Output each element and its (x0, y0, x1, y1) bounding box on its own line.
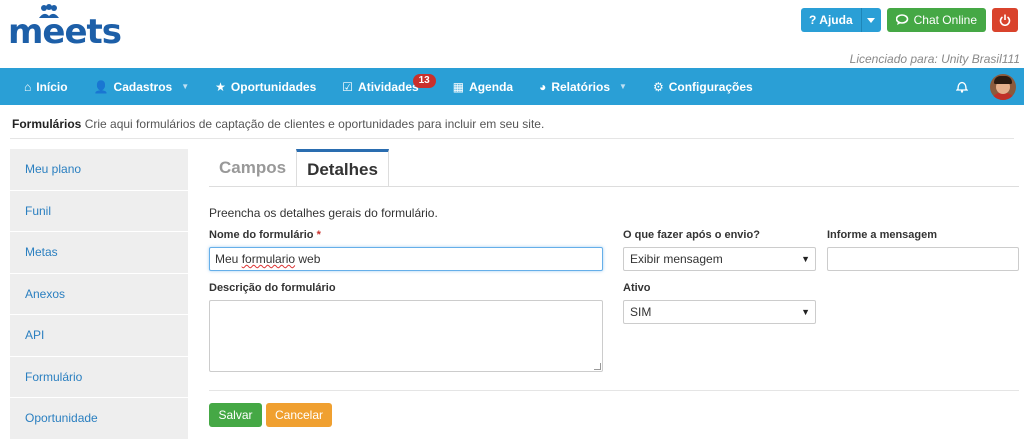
help-button-group: ? Ajuda (800, 8, 881, 32)
nav-item-cadastros[interactable]: 👤 Cadastros ▼ (81, 68, 203, 105)
nav-label: Atividades (358, 79, 419, 94)
star-icon: ★ (215, 79, 226, 94)
power-icon (999, 14, 1011, 26)
nav-item-oportunidades[interactable]: ★ Oportunidades (202, 68, 329, 105)
user-avatar[interactable] (990, 73, 1016, 100)
save-button[interactable]: Salvar (209, 403, 262, 427)
sidebar-item-oportunidade[interactable]: Oportunidade (10, 398, 188, 439)
message-input[interactable] (827, 247, 1019, 271)
required-asterisk: * (316, 229, 321, 241)
name-label-text: Nome do formulário (209, 229, 314, 241)
caret-down-icon: ▼ (181, 82, 190, 91)
name-value-part: web (295, 252, 321, 266)
chat-label: Chat Online (913, 13, 977, 27)
chat-bubbles-icon (895, 14, 908, 25)
nav-label: Cadastros (113, 79, 173, 94)
nav-label: Oportunidades (230, 79, 317, 94)
sidebar-item-funil[interactable]: Funil (10, 191, 188, 232)
nav-right (956, 68, 1016, 105)
add-user-icon: 👤 (93, 79, 109, 94)
after-submit-label: O que fazer após o envio? (623, 229, 760, 241)
sidebar-item-metas[interactable]: Metas (10, 232, 188, 274)
after-submit-value: Exibir mensagem (630, 252, 723, 266)
help-button[interactable]: ? Ajuda (800, 8, 861, 32)
form-name-input[interactable]: Meu formulario web (209, 247, 603, 271)
tab-detalhes[interactable]: Detalhes (296, 149, 389, 187)
message-label: Informe a mensagem (827, 229, 938, 241)
resize-handle-icon[interactable] (594, 363, 601, 370)
gear-icon: ⚙ (652, 79, 664, 94)
question-icon: ? (808, 13, 817, 27)
tab-campos[interactable]: Campos (209, 149, 296, 186)
sidebar-item-formulario[interactable]: Formulário (10, 357, 188, 398)
logo-text: meets (8, 12, 122, 52)
nav-label: Configurações (668, 79, 753, 94)
chat-online-button[interactable]: Chat Online (886, 8, 986, 32)
sidebar-item-anexos[interactable]: Anexos (10, 274, 188, 315)
checkbox-icon: ☑ (342, 79, 354, 94)
sidebar-item-api[interactable]: API (10, 315, 188, 357)
page-title: Formulários (12, 117, 82, 131)
calendar-icon: ▦ (452, 79, 465, 94)
active-select[interactable]: SIM ▼ (623, 300, 816, 324)
settings-sidebar: Meu plano Funil Metas Anexos API Formulá… (10, 149, 188, 439)
caret-down-icon: ▼ (619, 82, 627, 91)
name-label: Nome do formulário * (209, 229, 321, 241)
notification-badge: 13 (412, 74, 436, 88)
home-icon: ⌂ (24, 79, 32, 94)
help-label: Ajuda (819, 13, 853, 27)
description-label: Descrição do formulário (209, 282, 336, 294)
active-label: Ativo (623, 282, 651, 294)
chevron-down-icon: ▼ (801, 307, 810, 317)
main-navbar: ⌂ Início 👤 Cadastros ▼ ★ Oportunidades ☑… (0, 68, 1024, 105)
nav-label: Relatórios (551, 79, 611, 94)
divider (209, 390, 1019, 391)
active-value: SIM (630, 305, 652, 319)
form-description-textarea[interactable] (209, 300, 603, 372)
tabs-divider (209, 186, 1019, 187)
after-submit-select[interactable]: Exibir mensagem ▼ (623, 247, 816, 271)
nav-item-inicio[interactable]: ⌂ Início (0, 68, 81, 105)
chevron-down-icon: ▼ (801, 254, 810, 264)
name-value-part: Meu (215, 252, 242, 266)
sidebar-item-meu-plano[interactable]: Meu plano (10, 149, 188, 191)
nav-label: Agenda (469, 79, 514, 94)
license-text: Licenciado para: Unity Brasil111 (849, 52, 1020, 66)
nav-item-agenda[interactable]: ▦ Agenda (440, 68, 526, 105)
name-value-misspelled: formulario (241, 252, 296, 266)
nav-item-atividades[interactable]: ☑ Atividades 13 (329, 68, 436, 105)
cancel-button[interactable]: Cancelar (266, 403, 332, 427)
form-tabs: Campos Detalhes (209, 149, 389, 187)
meets-logo[interactable]: meets (8, 4, 122, 52)
bell-icon[interactable] (956, 80, 968, 93)
form-intro: Preencha os detalhes gerais do formulári… (209, 206, 438, 220)
nav-item-relatorios[interactable]: ◕ Relatórios ▼ (526, 68, 640, 105)
nav-item-configuracoes[interactable]: ⚙ Configurações (640, 68, 766, 105)
page-header: Formulários Crie aqui formulários de cap… (12, 117, 544, 131)
help-dropdown-toggle[interactable] (860, 8, 881, 32)
top-actions: ? Ajuda Chat Online (800, 8, 1018, 32)
divider (10, 138, 1014, 139)
nav-label: Início (36, 79, 68, 94)
page-description: Crie aqui formulários de captação de cli… (84, 117, 545, 131)
logout-button[interactable] (992, 8, 1018, 32)
pie-chart-icon: ◕ (539, 79, 547, 94)
caret-down-icon (867, 17, 876, 23)
